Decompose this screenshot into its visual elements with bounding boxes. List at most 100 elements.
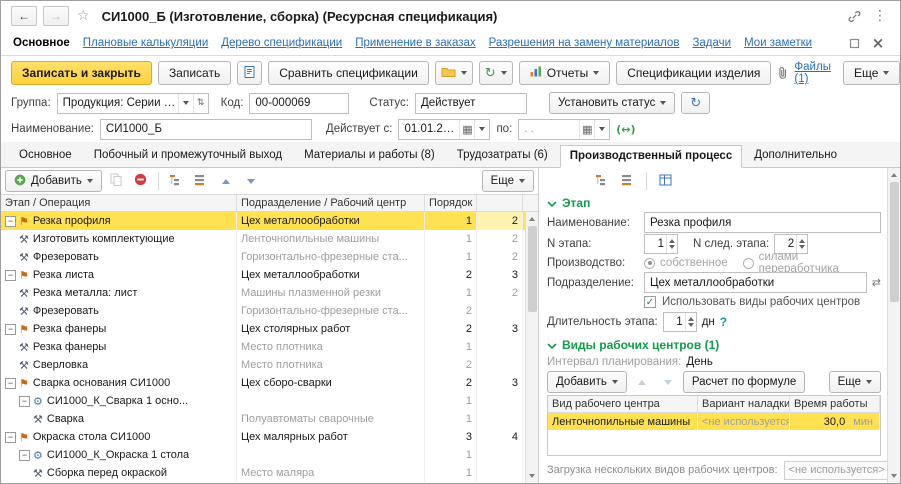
list-view-button[interactable]: [190, 170, 212, 192]
collapse-toggle-icon[interactable]: −: [5, 377, 16, 389]
load-input[interactable]: <не используется>: [783, 460, 887, 480]
rc-move-down-button[interactable]: [657, 371, 679, 393]
tab[interactable]: Дополнительно: [744, 144, 847, 167]
column-center[interactable]: Подразделение / Рабочий центр: [237, 195, 425, 211]
stage-n-input[interactable]: 1: [644, 233, 678, 254]
duration-help-link[interactable]: ?: [720, 315, 727, 329]
scroll-down-icon[interactable]: [526, 469, 538, 483]
validity-period-icon[interactable]: (↔): [616, 123, 635, 136]
process-row[interactable]: − ⚑ Окраска стола СИ1000 Цех малярных работ…: [1, 428, 525, 446]
tab[interactable]: Трудозатраты (6): [447, 144, 558, 167]
tab[interactable]: Побочный и промежуточный выход: [84, 144, 292, 167]
use-rc-checkbox[interactable]: ✓ Использовать виды рабочих центров: [644, 296, 860, 308]
calendar-icon[interactable]: ▦: [459, 119, 474, 139]
process-row[interactable]: ⚒ Резка металла: лист Машины плазменной ре…: [1, 284, 525, 302]
set-status-button[interactable]: Установить статус: [548, 92, 676, 114]
move-down-button[interactable]: [240, 170, 262, 192]
nav-link[interactable]: Плановые калькуляции: [83, 37, 209, 49]
stage-section-header[interactable]: Этап: [547, 194, 881, 212]
nav-link[interactable]: Дерево спецификации: [221, 37, 342, 49]
rc-column-variant[interactable]: Вариант наладки: [698, 396, 790, 412]
process-row[interactable]: − ⚙ СИ1000_К_Сварка 1 осно... 1: [1, 392, 525, 410]
valid-to-input[interactable]: . . ▦: [518, 118, 611, 140]
process-row[interactable]: ⚒ Фрезеровать Горизонтально-фрезерные ста.…: [1, 248, 525, 266]
column-order-2[interactable]: [477, 195, 523, 211]
copy-row-button[interactable]: [105, 170, 127, 192]
process-row[interactable]: ⚒ Фрезеровать Горизонтально-фрезерные ста.…: [1, 302, 525, 320]
add-row-button[interactable]: Добавить: [5, 170, 102, 192]
stage-name-input[interactable]: Резка профиля: [644, 212, 881, 233]
column-order[interactable]: Порядок: [425, 195, 477, 211]
valid-from-input[interactable]: 01.01.2021 ▦: [398, 118, 491, 140]
ungroup-view-button[interactable]: [617, 170, 639, 192]
process-row[interactable]: ⚒ Сверловка Место плотника 2: [1, 356, 525, 374]
rc-add-button[interactable]: Добавить: [547, 371, 627, 393]
collapse-toggle-icon[interactable]: −: [19, 449, 30, 461]
rc-more-button[interactable]: Еще: [828, 371, 881, 393]
post-button[interactable]: [237, 61, 263, 85]
scroll-up-icon[interactable]: [888, 168, 900, 182]
rc-section-header[interactable]: Виды рабочих центров (1): [547, 336, 881, 354]
move-up-button[interactable]: [215, 170, 237, 192]
collapse-toggle-icon[interactable]: −: [19, 395, 30, 407]
process-row[interactable]: − ⚑ Резка листа Цех металлообработки 2 3: [1, 266, 525, 284]
reports-button[interactable]: Отчеты: [518, 61, 611, 85]
department-input[interactable]: Цех металлообработки: [644, 272, 867, 293]
rc-row[interactable]: Ленточнопильные машины <не используется> 3…: [548, 413, 880, 430]
back-button[interactable]: ←: [11, 6, 37, 26]
group-view-button[interactable]: [591, 170, 613, 192]
name-input[interactable]: СИ1000_Б: [99, 118, 312, 140]
files-link[interactable]: Файлы (1): [794, 61, 831, 85]
scroll-thumb[interactable]: [527, 226, 537, 312]
panel-scrollbar[interactable]: [887, 168, 900, 483]
nav-link[interactable]: Применение в заказах: [355, 37, 475, 49]
exchange-button[interactable]: ↻: [478, 61, 513, 85]
table-settings-button[interactable]: [654, 170, 676, 192]
calendar-icon[interactable]: ▦: [579, 119, 594, 139]
delete-row-button[interactable]: [130, 170, 152, 192]
group-choose-icon[interactable]: ⇅: [192, 93, 208, 113]
open-icon[interactable]: ⇄: [872, 277, 881, 288]
create-based-button[interactable]: [434, 61, 473, 85]
save-button[interactable]: Записать: [157, 61, 232, 85]
group-input[interactable]: Продукция: Серии СИ и Т ⇅: [56, 92, 209, 114]
process-row[interactable]: ⚒ Изготовить комплектующие Ленточнопильные…: [1, 230, 525, 248]
nav-link[interactable]: Основное: [13, 37, 70, 49]
duration-input[interactable]: 1: [662, 311, 697, 332]
tab[interactable]: Основное: [9, 144, 82, 167]
status-history-button[interactable]: ↻: [681, 92, 711, 114]
forward-button[interactable]: →: [43, 6, 69, 26]
tree-view-button[interactable]: [165, 170, 187, 192]
nav-link[interactable]: Задачи: [692, 37, 731, 49]
process-row[interactable]: − ⚑ Резка профиля Цех металлообработки 1 2: [1, 212, 525, 230]
process-row[interactable]: − ⚑ Сварка основания СИ1000 Цех сборо-сварк…: [1, 374, 525, 392]
item-specs-button[interactable]: Спецификации изделия: [616, 61, 772, 85]
process-scrollbar[interactable]: [525, 212, 538, 483]
tab[interactable]: Производственный процесс: [559, 145, 743, 168]
process-row[interactable]: ⚒ Резка фанеры Место плотника 1: [1, 338, 525, 356]
date-dropdown-icon[interactable]: [594, 119, 609, 139]
process-row[interactable]: ⚒ Сварка Полуавтоматы сварочные 1: [1, 410, 525, 428]
code-input[interactable]: 00-000069: [249, 92, 350, 114]
collapse-toggle-icon[interactable]: −: [5, 215, 16, 227]
rc-column-center[interactable]: Вид рабочего центра: [548, 396, 698, 412]
nav-link[interactable]: Мои заметки: [744, 37, 812, 49]
collapse-toggle-icon[interactable]: −: [5, 323, 16, 335]
collapse-toggle-icon[interactable]: −: [5, 431, 16, 443]
spinner-icons[interactable]: [684, 312, 696, 331]
nav-link[interactable]: Разрешения на замену материалов: [489, 37, 680, 49]
spinner-icons[interactable]: [796, 234, 807, 253]
scroll-down-icon[interactable]: [888, 469, 900, 483]
attachment-icon[interactable]: [777, 63, 788, 83]
process-row[interactable]: ⚒ Сборка перед окраской Место маляра 1: [1, 464, 525, 482]
compare-specs-button[interactable]: Сравнить спецификации: [268, 61, 429, 85]
toolbar-more-button[interactable]: Еще: [842, 61, 900, 85]
status-input[interactable]: Действует: [414, 92, 527, 114]
rc-move-up-button[interactable]: [631, 371, 653, 393]
collapse-toggle-icon[interactable]: −: [5, 269, 16, 281]
process-row[interactable]: − ⚙ СИ1000_К_Окраска 1 стола 1: [1, 446, 525, 464]
save-close-button[interactable]: Записать и закрыть: [11, 61, 152, 85]
group-dropdown-icon[interactable]: [177, 93, 193, 113]
calc-formula-button[interactable]: Расчет по формуле: [682, 371, 806, 393]
column-stage[interactable]: Этап / Операция: [1, 195, 237, 211]
